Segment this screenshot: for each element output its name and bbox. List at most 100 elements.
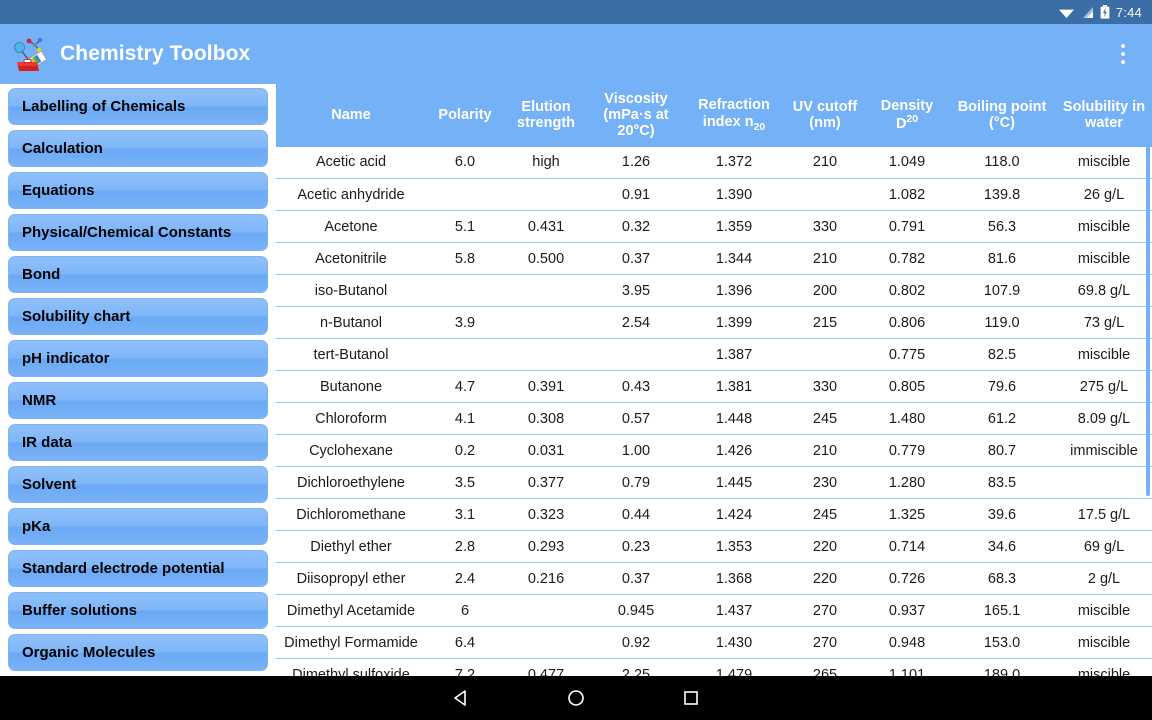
solvent-table-pane[interactable]: Name Polarity Elution strength Viscosity(… [276,84,1152,676]
table-row[interactable]: iso-Butanol 3.95 1.396 200 0.802 107.9 69.8 g/… [276,274,1152,308]
table-row[interactable]: Butanone 4.7 0.391 0.43 1.381 330 0.805 79.6 275… [276,370,1152,404]
cell-bp: 79.6 [948,370,1056,404]
table-row[interactable]: tert-Butanol 1.387 0.775 82.5 miscible [276,338,1152,372]
sidebar-item-solubility-chart[interactable]: Solubility chart [8,298,268,335]
cell-pol [426,274,504,308]
sidebar-item-label: Physical/Chemical Constants [22,224,232,241]
cell-elu: 0.308 [504,402,588,436]
cell-name: Dichloroethylene [276,466,426,500]
cell-sol: miscible [1056,658,1152,676]
vertical-scrollbar[interactable] [1146,146,1150,496]
signal-icon [1081,6,1094,19]
recents-square-icon[interactable] [634,676,749,720]
sidebar-nav[interactable]: Labelling of Chemicals Calculation Equat… [0,84,276,676]
column-header-density[interactable]: Density D20 [866,84,948,147]
cell-ref: 1.381 [684,370,784,404]
cell-elu: 0.377 [504,466,588,500]
cell-ref: 1.344 [684,242,784,276]
cell-uv [784,338,866,372]
cell-uv: 270 [784,626,866,660]
table-row[interactable]: Acetic acid 6.0 high 1.26 1.372 210 1.049 118.0… [276,146,1152,180]
column-header-name[interactable]: Name [276,84,426,147]
sidebar-item-equations[interactable]: Equations [8,172,268,209]
table-row[interactable]: Dimethyl sulfoxide 7.2 0.477 2.25 1.479 265 1.… [276,658,1152,676]
table-row[interactable]: Diethyl ether 2.8 0.293 0.23 1.353 220 0.714 34… [276,530,1152,564]
cell-sol: 69.8 g/L [1056,274,1152,308]
cell-elu [504,178,588,212]
cell-pol: 0.2 [426,434,504,468]
table-row[interactable]: Cyclohexane 0.2 0.031 1.00 1.426 210 0.779 80.7… [276,434,1152,468]
cell-den: 0.782 [866,242,948,276]
column-header-viscosity[interactable]: Viscosity (mPa·s at 20°C) [588,84,684,147]
table-row[interactable]: Dimethyl Acetamide 6 0.945 1.437 270 0.937 165… [276,594,1152,628]
sidebar-item-pka[interactable]: pKa [8,508,268,545]
cell-elu: 0.293 [504,530,588,564]
table-row[interactable]: Dimethyl Formamide 6.4 0.92 1.430 270 0.948 15… [276,626,1152,660]
app-title: Chemistry Toolbox [60,42,251,65]
table-row[interactable]: Acetic anhydride 0.91 1.390 1.082 139.8 26 g/… [276,178,1152,212]
cell-vis: 2.54 [588,306,684,340]
sidebar-item-labelling-of-chemicals[interactable]: Labelling of Chemicals [8,88,268,125]
cell-bp: 56.3 [948,210,1056,244]
content-area: Labelling of Chemicals Calculation Equat… [0,84,1152,676]
sidebar-item-label: Bond [22,266,61,283]
sidebar-item-solvent[interactable]: Solvent [8,466,268,503]
sidebar-item-label: pKa [22,518,51,535]
sidebar-item-nmr[interactable]: NMR [8,382,268,419]
cell-pol: 5.1 [426,210,504,244]
table-row[interactable]: Diisopropyl ether 2.4 0.216 0.37 1.368 220 0.7… [276,562,1152,596]
cell-vis [588,338,684,372]
cell-den: 0.937 [866,594,948,628]
column-header-uv-cutoff[interactable]: UV cutoff (nm) [784,84,866,147]
cell-ref: 1.479 [684,658,784,676]
cell-bp: 80.7 [948,434,1056,468]
cell-ref: 1.437 [684,594,784,628]
cell-ref: 1.368 [684,562,784,596]
table-row[interactable]: Acetonitrile 5.8 0.500 0.37 1.344 210 0.782 81.… [276,242,1152,276]
sidebar-item-ph-indicator[interactable]: pH indicator [8,340,268,377]
table-row[interactable]: Acetone 5.1 0.431 0.32 1.359 330 0.791 56.3 misc… [276,210,1152,244]
sidebar-item-bond[interactable]: Bond [8,256,268,293]
cell-ref: 1.399 [684,306,784,340]
sidebar-item-calculation[interactable]: Calculation [8,130,268,167]
cell-elu [504,626,588,660]
column-header-polarity[interactable]: Polarity [426,84,504,147]
cell-sol: 73 g/L [1056,306,1152,340]
cell-pol [426,178,504,212]
sidebar-item-label: Solubility chart [22,308,131,325]
cell-name: Dichloromethane [276,498,426,532]
cell-pol: 6.4 [426,626,504,660]
overflow-menu-icon[interactable] [1100,31,1146,77]
home-circle-icon[interactable] [519,676,634,720]
cell-pol: 3.1 [426,498,504,532]
column-header-boiling-point[interactable]: Boiling point (°C) [948,84,1056,147]
cell-elu: 0.323 [504,498,588,532]
cell-vis: 0.57 [588,402,684,436]
cell-elu [504,306,588,340]
sidebar-item-buffer-solutions[interactable]: Buffer solutions [8,592,268,629]
sidebar-item-physical-chemical-constants[interactable]: Physical/Chemical Constants [8,214,268,251]
cell-pol: 6 [426,594,504,628]
cell-den: 0.791 [866,210,948,244]
table-row[interactable]: n-Butanol 3.9 2.54 1.399 215 0.806 119.0 73 g/L [276,306,1152,340]
back-triangle-icon[interactable] [404,676,519,720]
table-row[interactable]: Dichloroethylene 3.5 0.377 0.79 1.445 230 1.28… [276,466,1152,500]
cell-name: tert-Butanol [276,338,426,372]
table-row[interactable]: Dichloromethane 3.1 0.323 0.44 1.424 245 1.325… [276,498,1152,532]
sidebar-item-ir-data[interactable]: IR data [8,424,268,461]
column-header-solubility-in-water[interactable]: Solubility in water [1056,84,1152,147]
cell-bp: 61.2 [948,402,1056,436]
cell-bp: 81.6 [948,242,1056,276]
sidebar-item-standard-electrode-potential[interactable]: Standard electrode potential [8,550,268,587]
cell-den: 0.805 [866,370,948,404]
cell-sol: 69 g/L [1056,530,1152,564]
sidebar-item-organic-molecules[interactable]: Organic Molecules [8,634,268,671]
cell-uv: 220 [784,530,866,564]
cell-ref: 1.424 [684,498,784,532]
cell-uv: 265 [784,658,866,676]
column-header-elution-strength[interactable]: Elution strength [504,84,588,147]
cell-ref: 1.430 [684,626,784,660]
cell-vis: 0.91 [588,178,684,212]
table-row[interactable]: Chloroform 4.1 0.308 0.57 1.448 245 1.480 61.2 8… [276,402,1152,436]
column-header-refraction-index[interactable]: Refraction index n20 [684,84,784,147]
